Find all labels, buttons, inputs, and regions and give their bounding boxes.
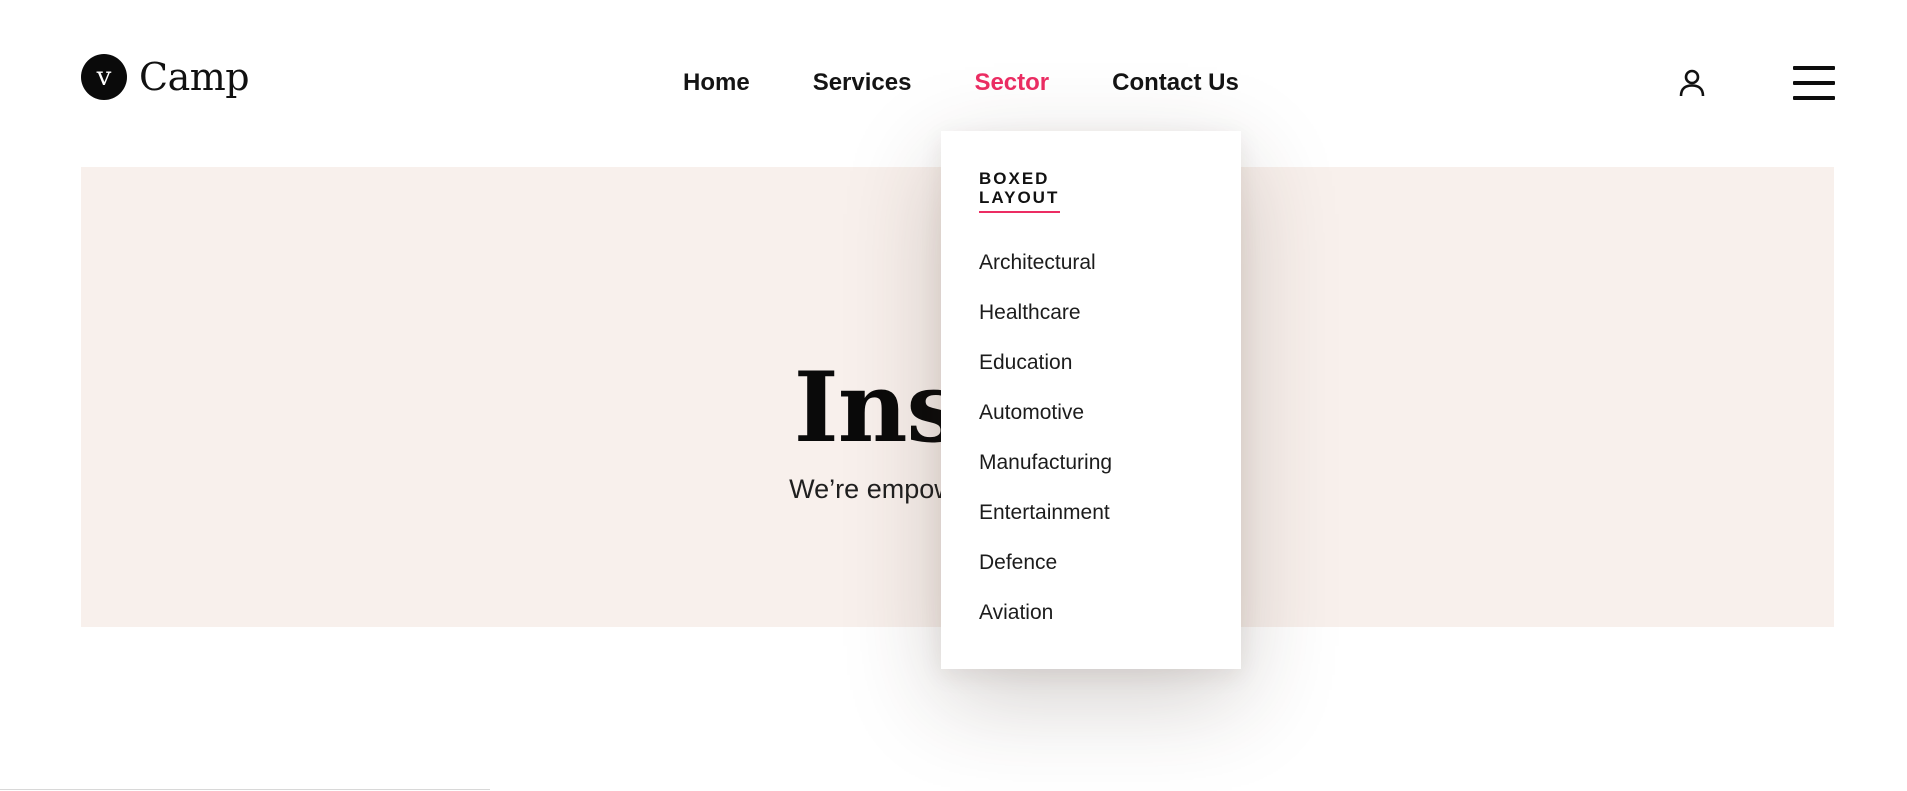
nav-home[interactable]: Home [683,69,750,97]
dropdown-item-automotive[interactable]: Automotive [979,400,1112,450]
hamburger-menu-icon[interactable] [1793,66,1835,100]
logo-mark: v [81,54,127,100]
user-icon[interactable] [1677,68,1707,98]
dropdown-item-aviation[interactable]: Aviation [979,600,1112,650]
dropdown-item-manufacturing[interactable]: Manufacturing [979,450,1112,500]
main-nav: Home Services Sector Contact Us [683,66,1239,100]
dropdown-heading: BOXED LAYOUT [979,169,1060,207]
dropdown-list: Architectural Healthcare Education Autom… [979,250,1112,650]
scroll-progress-line [0,789,490,790]
logo-text: Camp [139,55,250,99]
site-logo[interactable]: v Camp [81,54,250,100]
dropdown-item-entertainment[interactable]: Entertainment [979,500,1112,550]
nav-services[interactable]: Services [813,69,912,97]
dropdown-item-defence[interactable]: Defence [979,550,1112,600]
dropdown-heading-underline [979,211,1060,213]
dropdown-item-architectural[interactable]: Architectural [979,250,1112,300]
nav-contact-us[interactable]: Contact Us [1112,69,1239,97]
page: v Camp Home Services Sector Contact Us I… [0,0,1907,791]
dropdown-item-healthcare[interactable]: Healthcare [979,300,1112,350]
sector-dropdown-menu: BOXED LAYOUT Architectural Healthcare Ed… [941,131,1241,669]
dropdown-item-education[interactable]: Education [979,350,1112,400]
nav-sector[interactable]: Sector [974,69,1049,97]
